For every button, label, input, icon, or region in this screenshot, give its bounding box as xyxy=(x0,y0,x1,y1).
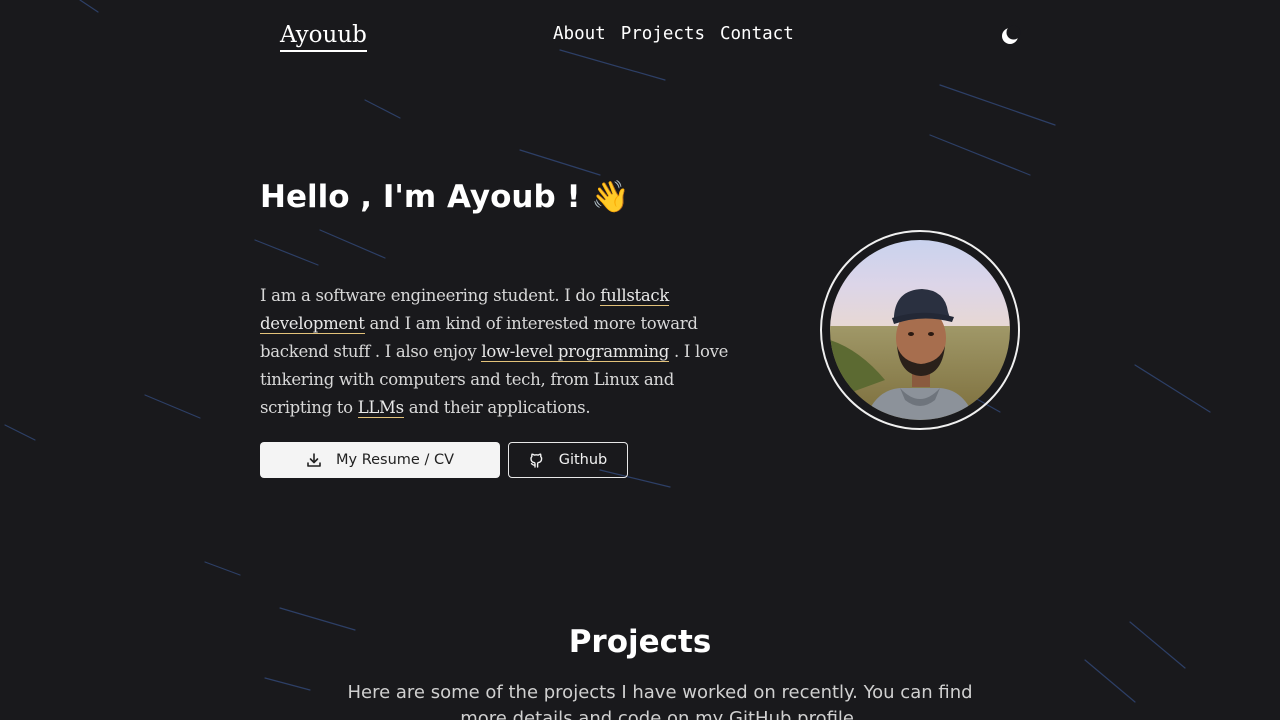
projects-section-title: Projects xyxy=(568,624,712,660)
top-navbar: Ayouub About Projects Contact xyxy=(0,0,1280,72)
projects-section-description: Here are some of the projects I have wor… xyxy=(347,682,973,720)
github-icon xyxy=(530,453,543,468)
moon-icon xyxy=(1002,25,1021,44)
github-button-label: Github xyxy=(558,452,608,468)
llms-link[interactable]: LLMs xyxy=(357,398,404,418)
site-logo[interactable]: Ayouub xyxy=(280,20,367,52)
resume-button[interactable]: My Resume / CV xyxy=(260,442,500,478)
hero-title: Hello , I'm Ayoub ! 👋 xyxy=(260,179,630,215)
download-icon xyxy=(307,453,321,467)
nav-link-projects[interactable]: Projects xyxy=(621,24,705,44)
low-level-link[interactable]: low-level programming xyxy=(481,342,669,362)
intro-text: and their applications. xyxy=(403,398,591,417)
theme-toggle-button[interactable] xyxy=(999,25,1021,47)
nav-links: About Projects Contact xyxy=(553,24,794,44)
nav-link-about[interactable]: About xyxy=(553,24,606,44)
profile-photo-frame xyxy=(820,230,1020,430)
profile-photo xyxy=(830,240,1010,420)
avatar xyxy=(830,240,1010,420)
intro-text: I am a software engineering student. I d… xyxy=(260,286,601,305)
nav-link-contact[interactable]: Contact xyxy=(720,24,794,44)
resume-button-label: My Resume / CV xyxy=(336,452,454,468)
github-button[interactable]: Github xyxy=(508,442,628,478)
intro-paragraph: I am a software engineering student. I d… xyxy=(260,282,740,422)
